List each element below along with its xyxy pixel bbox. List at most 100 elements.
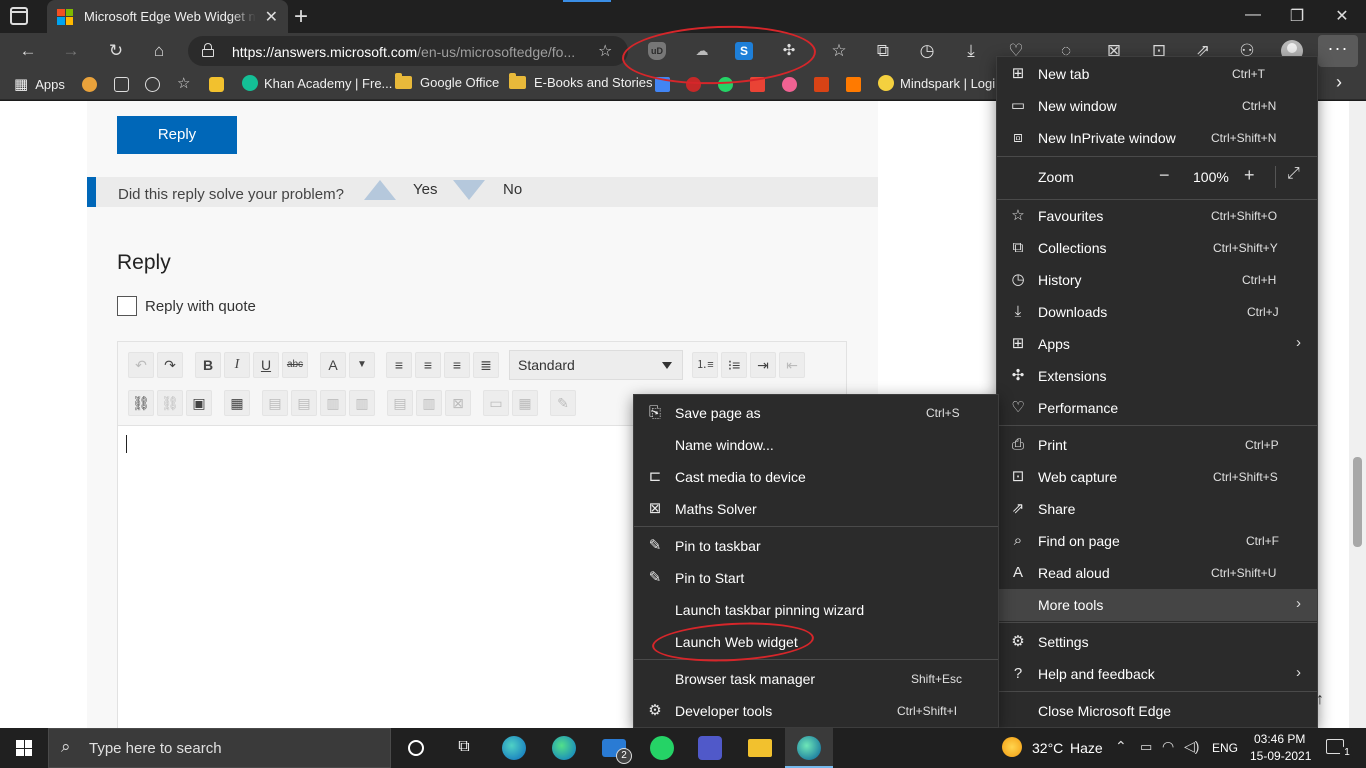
fav-ebooks[interactable]: E-Books and Stories xyxy=(509,73,653,90)
submenu-cast[interactable]: ⊏ Cast media to device xyxy=(634,461,998,493)
menu-help-feedback[interactable]: ? Help and feedback › xyxy=(997,658,1317,690)
paragraph-style-select[interactable]: Standard xyxy=(509,350,683,380)
menu-close-edge[interactable]: Close Microsoft Edge xyxy=(997,695,1317,727)
fav-drive-icon[interactable] xyxy=(655,77,670,92)
delete-table-icon[interactable]: ⊠ xyxy=(445,390,471,416)
fav-star-icon[interactable]: ☆ xyxy=(177,76,192,92)
taskbar-edge[interactable] xyxy=(540,728,588,768)
justify-icon[interactable]: ≣ xyxy=(473,352,499,378)
fav-whatsapp-icon[interactable] xyxy=(718,77,733,92)
cloud-extension-icon[interactable]: ☁ xyxy=(693,42,711,60)
taskbar-file-explorer[interactable] xyxy=(736,728,784,768)
clock-time[interactable]: 03:46 PM xyxy=(1254,732,1305,746)
menu-new-tab[interactable]: ⊞ New tab Ctrl+T xyxy=(997,58,1317,90)
numbered-list-icon[interactable]: ⒈≡ xyxy=(692,352,718,378)
table-col-right-icon[interactable]: ▥ xyxy=(349,390,375,416)
extensions-puzzle-icon[interactable]: ✣ xyxy=(780,42,798,60)
fav-gmail-icon[interactable] xyxy=(750,77,765,92)
maximize-button[interactable]: ❐ xyxy=(1287,6,1307,26)
taskbar-edge-beta[interactable] xyxy=(490,728,538,768)
collections-icon[interactable]: ⧉ xyxy=(872,40,894,62)
table-col-left-icon[interactable]: ▥ xyxy=(320,390,346,416)
minimize-button[interactable]: — xyxy=(1243,6,1263,24)
taskbar-mail[interactable]: 2 xyxy=(590,728,638,768)
submenu-pinning-wizard[interactable]: Launch taskbar pinning wizard xyxy=(634,594,998,626)
close-window-button[interactable]: ✕ xyxy=(1332,6,1352,26)
align-center-icon[interactable]: ≡ xyxy=(415,352,441,378)
table-row-below-icon[interactable]: ▤ xyxy=(291,390,317,416)
fav-apps[interactable]: ▦ Apps xyxy=(14,75,65,93)
weather-desc[interactable]: Haze xyxy=(1070,740,1103,756)
fav-music-icon[interactable] xyxy=(782,77,797,92)
tab-actions-icon[interactable] xyxy=(10,7,28,25)
back-icon[interactable]: ← xyxy=(17,40,39,62)
fav-play-icon[interactable] xyxy=(846,77,861,92)
image-icon[interactable]: ▣ xyxy=(186,390,212,416)
menu-extensions[interactable]: ✣ Extensions xyxy=(997,360,1317,392)
menu-share[interactable]: ⇗ Share xyxy=(997,493,1317,525)
align-left-icon[interactable]: ≡ xyxy=(386,352,412,378)
weather-temp[interactable]: 32°C xyxy=(1032,740,1063,756)
undo-icon[interactable]: ↶ xyxy=(128,352,154,378)
strikethrough-icon[interactable]: abc xyxy=(282,352,308,378)
fullscreen-icon[interactable]: ⤢ xyxy=(1287,165,1300,183)
new-tab-button[interactable]: + xyxy=(294,3,308,31)
fav-store-icon[interactable] xyxy=(814,77,829,92)
zoom-in-button[interactable]: + xyxy=(1244,165,1255,186)
table-row-above-icon[interactable]: ▤ xyxy=(262,390,288,416)
add-favourite-icon[interactable]: ☆ xyxy=(598,41,612,61)
scrollbar-thumb[interactable] xyxy=(1353,457,1362,547)
weather-icon[interactable] xyxy=(1002,737,1022,757)
refresh-icon[interactable]: ↻ xyxy=(105,40,127,62)
merge-cells-icon[interactable]: ▭ xyxy=(483,390,509,416)
outdent-icon[interactable]: ⇤ xyxy=(779,352,805,378)
fav-bulb-icon[interactable] xyxy=(209,77,224,92)
fav-google-office[interactable]: Google Office xyxy=(395,73,499,90)
history-icon[interactable]: ◷ xyxy=(916,40,938,62)
lock-icon[interactable] xyxy=(202,43,214,57)
submenu-pin-taskbar[interactable]: ✎ Pin to taskbar xyxy=(634,530,998,562)
reply-with-quote-checkbox[interactable] xyxy=(117,296,137,316)
reply-button[interactable]: Reply xyxy=(117,116,237,154)
wifi-icon[interactable]: ◠ xyxy=(1162,738,1174,755)
menu-settings[interactable]: ⚙ Settings xyxy=(997,626,1317,658)
fav-mindspark[interactable]: Mindspark | Login xyxy=(878,75,1002,91)
home-icon[interactable]: ⌂ xyxy=(148,40,170,62)
battery-icon[interactable]: ▭ xyxy=(1140,739,1152,755)
favourites-icon[interactable]: ☆ xyxy=(828,40,850,62)
fav-icon-1[interactable] xyxy=(82,77,97,92)
clear-format-icon[interactable]: ✎ xyxy=(550,390,576,416)
unlink-icon[interactable]: ⛓ xyxy=(157,390,183,416)
start-button[interactable] xyxy=(0,728,48,768)
fav-puzzle-icon[interactable] xyxy=(114,77,129,92)
indent-icon[interactable]: ⇥ xyxy=(750,352,776,378)
tab-active[interactable]: Microsoft Edge Web Widget not ✕ xyxy=(47,0,288,33)
bold-icon[interactable]: B xyxy=(195,352,221,378)
font-color-icon[interactable]: A xyxy=(320,352,346,378)
menu-new-inprivate[interactable]: ⧈ New InPrivate window Ctrl+Shift+N xyxy=(997,122,1317,154)
menu-find-on-page[interactable]: ⌕ Find on page Ctrl+F xyxy=(997,525,1317,557)
zoom-out-button[interactable]: − xyxy=(1159,165,1170,186)
bullet-list-icon[interactable]: ⁝≡ xyxy=(721,352,747,378)
taskbar-whatsapp[interactable] xyxy=(638,728,686,768)
delete-col-icon[interactable]: ▥ xyxy=(416,390,442,416)
no-label[interactable]: No xyxy=(503,181,522,198)
clock-date[interactable]: 15-09-2021 xyxy=(1250,749,1311,763)
page-scrollbar[interactable] xyxy=(1349,101,1366,728)
address-bar[interactable]: https://answers.microsoft.com/en-us/micr… xyxy=(188,36,628,66)
menu-new-window[interactable]: ▭ New window Ctrl+N xyxy=(997,90,1317,122)
settings-and-more-button[interactable]: ··· xyxy=(1318,35,1358,67)
taskbar-search[interactable]: ⌕ Type here to search xyxy=(48,728,391,768)
chevron-up-icon[interactable]: ⌃ xyxy=(1115,738,1127,755)
submenu-task-manager[interactable]: Browser task manager Shift+Esc xyxy=(634,663,998,695)
italic-icon[interactable]: I xyxy=(224,352,250,378)
s-extension-icon[interactable]: S xyxy=(735,42,753,60)
thumbs-up-icon[interactable] xyxy=(364,180,396,200)
cortana-button[interactable] xyxy=(392,728,440,768)
submenu-developer-tools[interactable]: ⚙ Developer tools Ctrl+Shift+I xyxy=(634,695,998,727)
redo-icon[interactable]: ↷ xyxy=(157,352,183,378)
menu-apps[interactable]: ⊞ Apps › xyxy=(997,328,1317,360)
link-icon[interactable]: ⛓ xyxy=(128,390,154,416)
tab-close-icon[interactable]: ✕ xyxy=(265,7,278,27)
submenu-pin-start[interactable]: ✎ Pin to Start xyxy=(634,562,998,594)
